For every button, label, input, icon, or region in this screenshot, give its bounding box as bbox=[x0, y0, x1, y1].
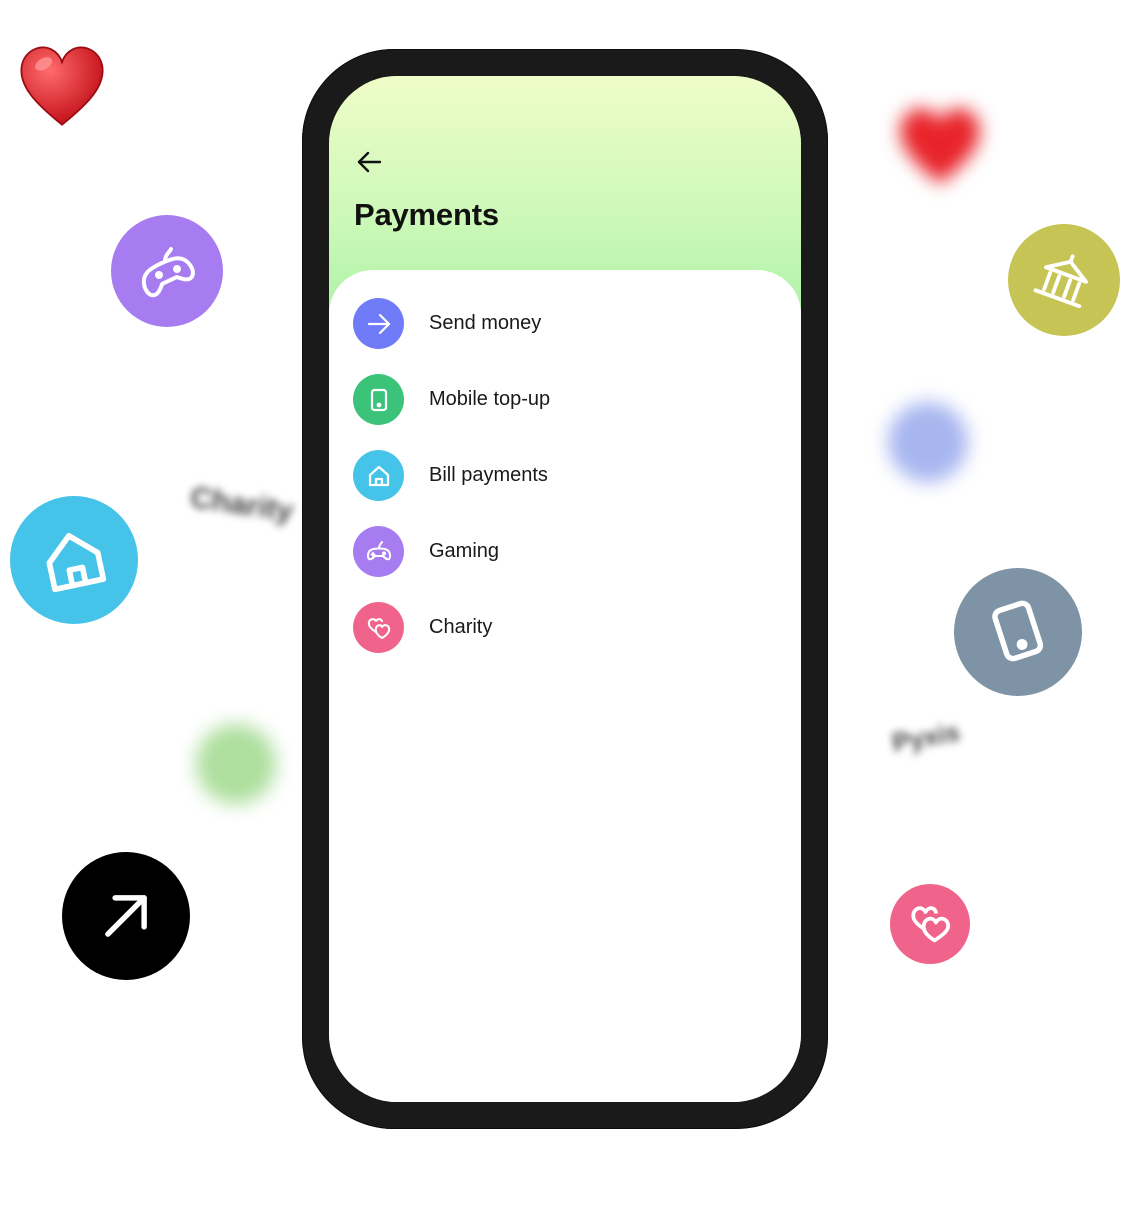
tablet-icon bbox=[954, 568, 1082, 696]
hearts-icon bbox=[890, 884, 970, 964]
menu-item-charity[interactable]: Charity bbox=[353, 602, 801, 653]
blurred-label: Charity bbox=[188, 480, 296, 529]
phone-frame: Payments Send money Mobile top-up Bill p… bbox=[302, 49, 828, 1129]
house-icon bbox=[353, 450, 404, 501]
menu-item-gaming[interactable]: Gaming bbox=[353, 526, 801, 577]
back-button[interactable] bbox=[353, 146, 385, 178]
menu-item-label: Charity bbox=[429, 616, 493, 638]
blurred-green-icon bbox=[196, 724, 276, 804]
payment-options-list: Send money Mobile top-up Bill payments G… bbox=[353, 298, 801, 678]
arrow-left-icon bbox=[357, 151, 382, 173]
page-title: Payments bbox=[354, 197, 499, 232]
blurred-circle-icon bbox=[888, 402, 968, 482]
menu-item-label: Gaming bbox=[429, 540, 500, 562]
phone-icon bbox=[353, 374, 404, 425]
heart-emoji-icon bbox=[14, 38, 110, 134]
phone-screen: Payments Send money Mobile top-up Bill p… bbox=[329, 76, 801, 1102]
menu-item-send-money[interactable]: Send money bbox=[353, 298, 801, 349]
menu-item-label: Bill payments bbox=[429, 464, 548, 486]
bank-icon bbox=[1008, 224, 1120, 336]
menu-item-label: Mobile top-up bbox=[429, 388, 551, 410]
arrow-right-icon bbox=[353, 298, 404, 349]
house-icon bbox=[10, 496, 138, 624]
payment-options-sheet: Send money Mobile top-up Bill payments G… bbox=[329, 270, 801, 1102]
menu-item-label: Send money bbox=[429, 312, 542, 334]
blurred-label-2: Pyxis bbox=[889, 716, 962, 758]
menu-item-bill-payments[interactable]: Bill payments bbox=[353, 450, 801, 501]
menu-item-mobile-top-up[interactable]: Mobile top-up bbox=[353, 374, 801, 425]
hearts-icon bbox=[353, 602, 404, 653]
gamepad-icon bbox=[353, 526, 404, 577]
gamepad-icon bbox=[111, 215, 223, 327]
blurred-heart-icon bbox=[892, 98, 988, 194]
arrow-up-right-icon bbox=[62, 852, 190, 980]
